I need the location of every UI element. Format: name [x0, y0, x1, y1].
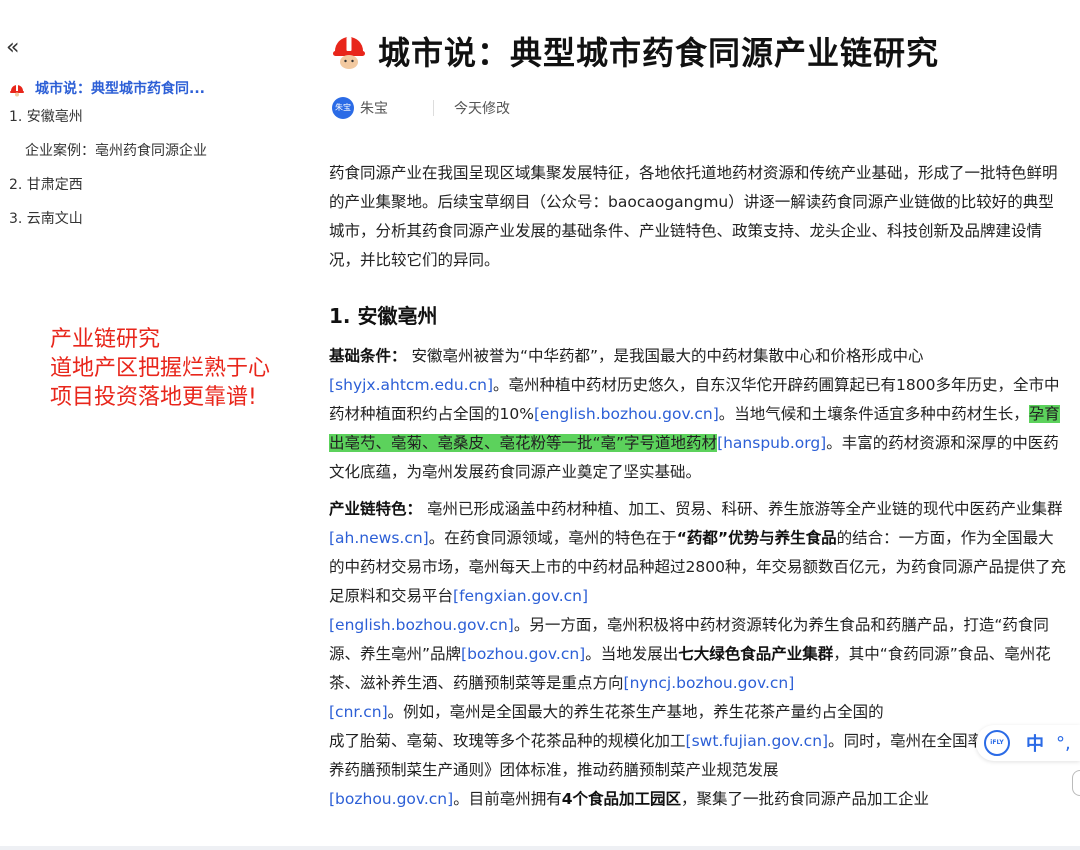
text: 亳州已形成涵盖中药材种植、加工、贸易、科研、养生旅游等全产业链的现代中医药产业集…	[422, 500, 1063, 518]
promo-line: 产业链研究	[50, 327, 161, 352]
paragraph-basic-conditions: 基础条件： 安徽亳州被誉为“中华药都”，是我国最大的中药材集散中心和价格形成中心…	[329, 342, 1066, 487]
page-header: 城市说：典型城市药食同源产业链研究	[332, 28, 939, 74]
paragraph-label: 产业链特色：	[329, 500, 423, 518]
text: 。当地发展出	[585, 645, 679, 663]
text: 。当地气候和土壤条件适宜多种中药材生长，	[718, 405, 1029, 423]
paragraph-label: 基础条件：	[329, 347, 407, 365]
avatar[interactable]: 朱宝	[332, 97, 354, 119]
article-body: 药食同源产业在我国呈现区域集聚发展特征，各地依托道地药材资源和传统产业基础，形成…	[329, 159, 1066, 814]
citation-link[interactable]: [ah.news.cn]	[329, 529, 429, 547]
citation-link[interactable]: [fengxian.gov.cn]	[453, 587, 588, 605]
toc-item-title[interactable]: 城市说：典型城市药食同...	[9, 72, 309, 106]
paragraph-industry-chain: 产业链特色： 亳州已形成涵盖中药材种植、加工、贸易、科研、养生旅游等全产业链的现…	[329, 495, 1066, 814]
bold-text: “药都”优势与养生食品	[676, 529, 837, 547]
toc-item-gansu-dingxi[interactable]: 2. 甘肃定西	[9, 174, 309, 208]
text: 。在药食同源领域，亳州的特色在于	[428, 529, 677, 547]
modified-time: 今天修改	[454, 101, 510, 117]
text: ，聚集了一批药食同源产品加工企业	[681, 790, 930, 808]
ifly-logo-icon[interactable]: iFLY	[984, 730, 1010, 756]
ifly-input-widget[interactable]: iFLY 中 °,	[976, 725, 1080, 761]
bold-text: 4个食品加工园区	[561, 790, 681, 808]
text: 。目前亳州拥有	[453, 790, 562, 808]
citation-link[interactable]: [bozhou.gov.cn]	[461, 645, 585, 663]
toc-item-label: 城市说：典型城市药食同...	[35, 81, 205, 97]
table-of-contents: 城市说：典型城市药食同... 1. 安徽亳州 企业案例：亳州药食同源企业 2. …	[9, 72, 309, 242]
toc-item-yunnan-wenshan[interactable]: 3. 云南文山	[9, 208, 309, 242]
citation-link[interactable]: [cnr.cn]	[329, 703, 388, 721]
hard-hat-icon	[10, 84, 24, 97]
promo-line: 项目投资落地更靠谱!	[50, 385, 257, 410]
intro-paragraph: 药食同源产业在我国呈现区域集聚发展特征，各地依托道地药材资源和传统产业基础，形成…	[329, 164, 1058, 269]
punctuation-toggle[interactable]: °,	[1056, 733, 1071, 754]
citation-link[interactable]: [swt.fujian.gov.cn]	[686, 732, 829, 750]
text: 安徽亳州被誉为“中华药都”，是我国最大的中药材集散中心和价格形成中心	[406, 347, 924, 365]
page-title: 城市说：典型城市药食同源产业链研究	[378, 34, 940, 72]
author-name[interactable]: 朱宝	[360, 98, 388, 118]
citation-link[interactable]: [nyncj.bozhou.gov.cn]	[624, 674, 795, 692]
citation-link[interactable]: [english.bozhou.gov.cn]	[534, 405, 719, 423]
section-heading: 1. 安徽亳州	[329, 304, 438, 328]
collapse-sidebar-button[interactable]: «	[6, 36, 19, 60]
divider	[433, 100, 434, 116]
side-panel-handle[interactable]	[1072, 770, 1080, 796]
text: 。例如，亳州是全国最大的养生花茶生产基地，养生花茶产量约占全国的	[387, 703, 884, 721]
bold-text: 七大绿色食品产业集群	[678, 645, 834, 663]
doc-meta: 朱宝 朱宝 今天修改	[332, 97, 510, 119]
promo-text: 产业链研究 道地产区把握烂熟于心 项目投资落地更靠谱!	[50, 325, 270, 412]
bottom-bar	[0, 846, 1080, 850]
toc-item-anhui-bozhou[interactable]: 1. 安徽亳州	[9, 106, 309, 140]
citation-link[interactable]: [bozhou.gov.cn]	[329, 790, 453, 808]
text: 成了胎菊、亳菊、玫瑰等多个花茶品种的规模化加工	[329, 732, 686, 750]
input-language-toggle[interactable]: 中	[1026, 730, 1044, 756]
promo-line: 道地产区把握烂熟于心	[50, 356, 271, 381]
hard-hat-icon	[333, 37, 365, 69]
citation-link[interactable]: [english.bozhou.gov.cn]	[329, 616, 514, 634]
citation-link[interactable]: [shyjx.ahtcm.edu.cn]	[329, 376, 493, 394]
citation-link[interactable]: [hanspub.org]	[717, 434, 826, 452]
toc-item-enterprise-case[interactable]: 企业案例：亳州药食同源企业	[9, 140, 309, 174]
